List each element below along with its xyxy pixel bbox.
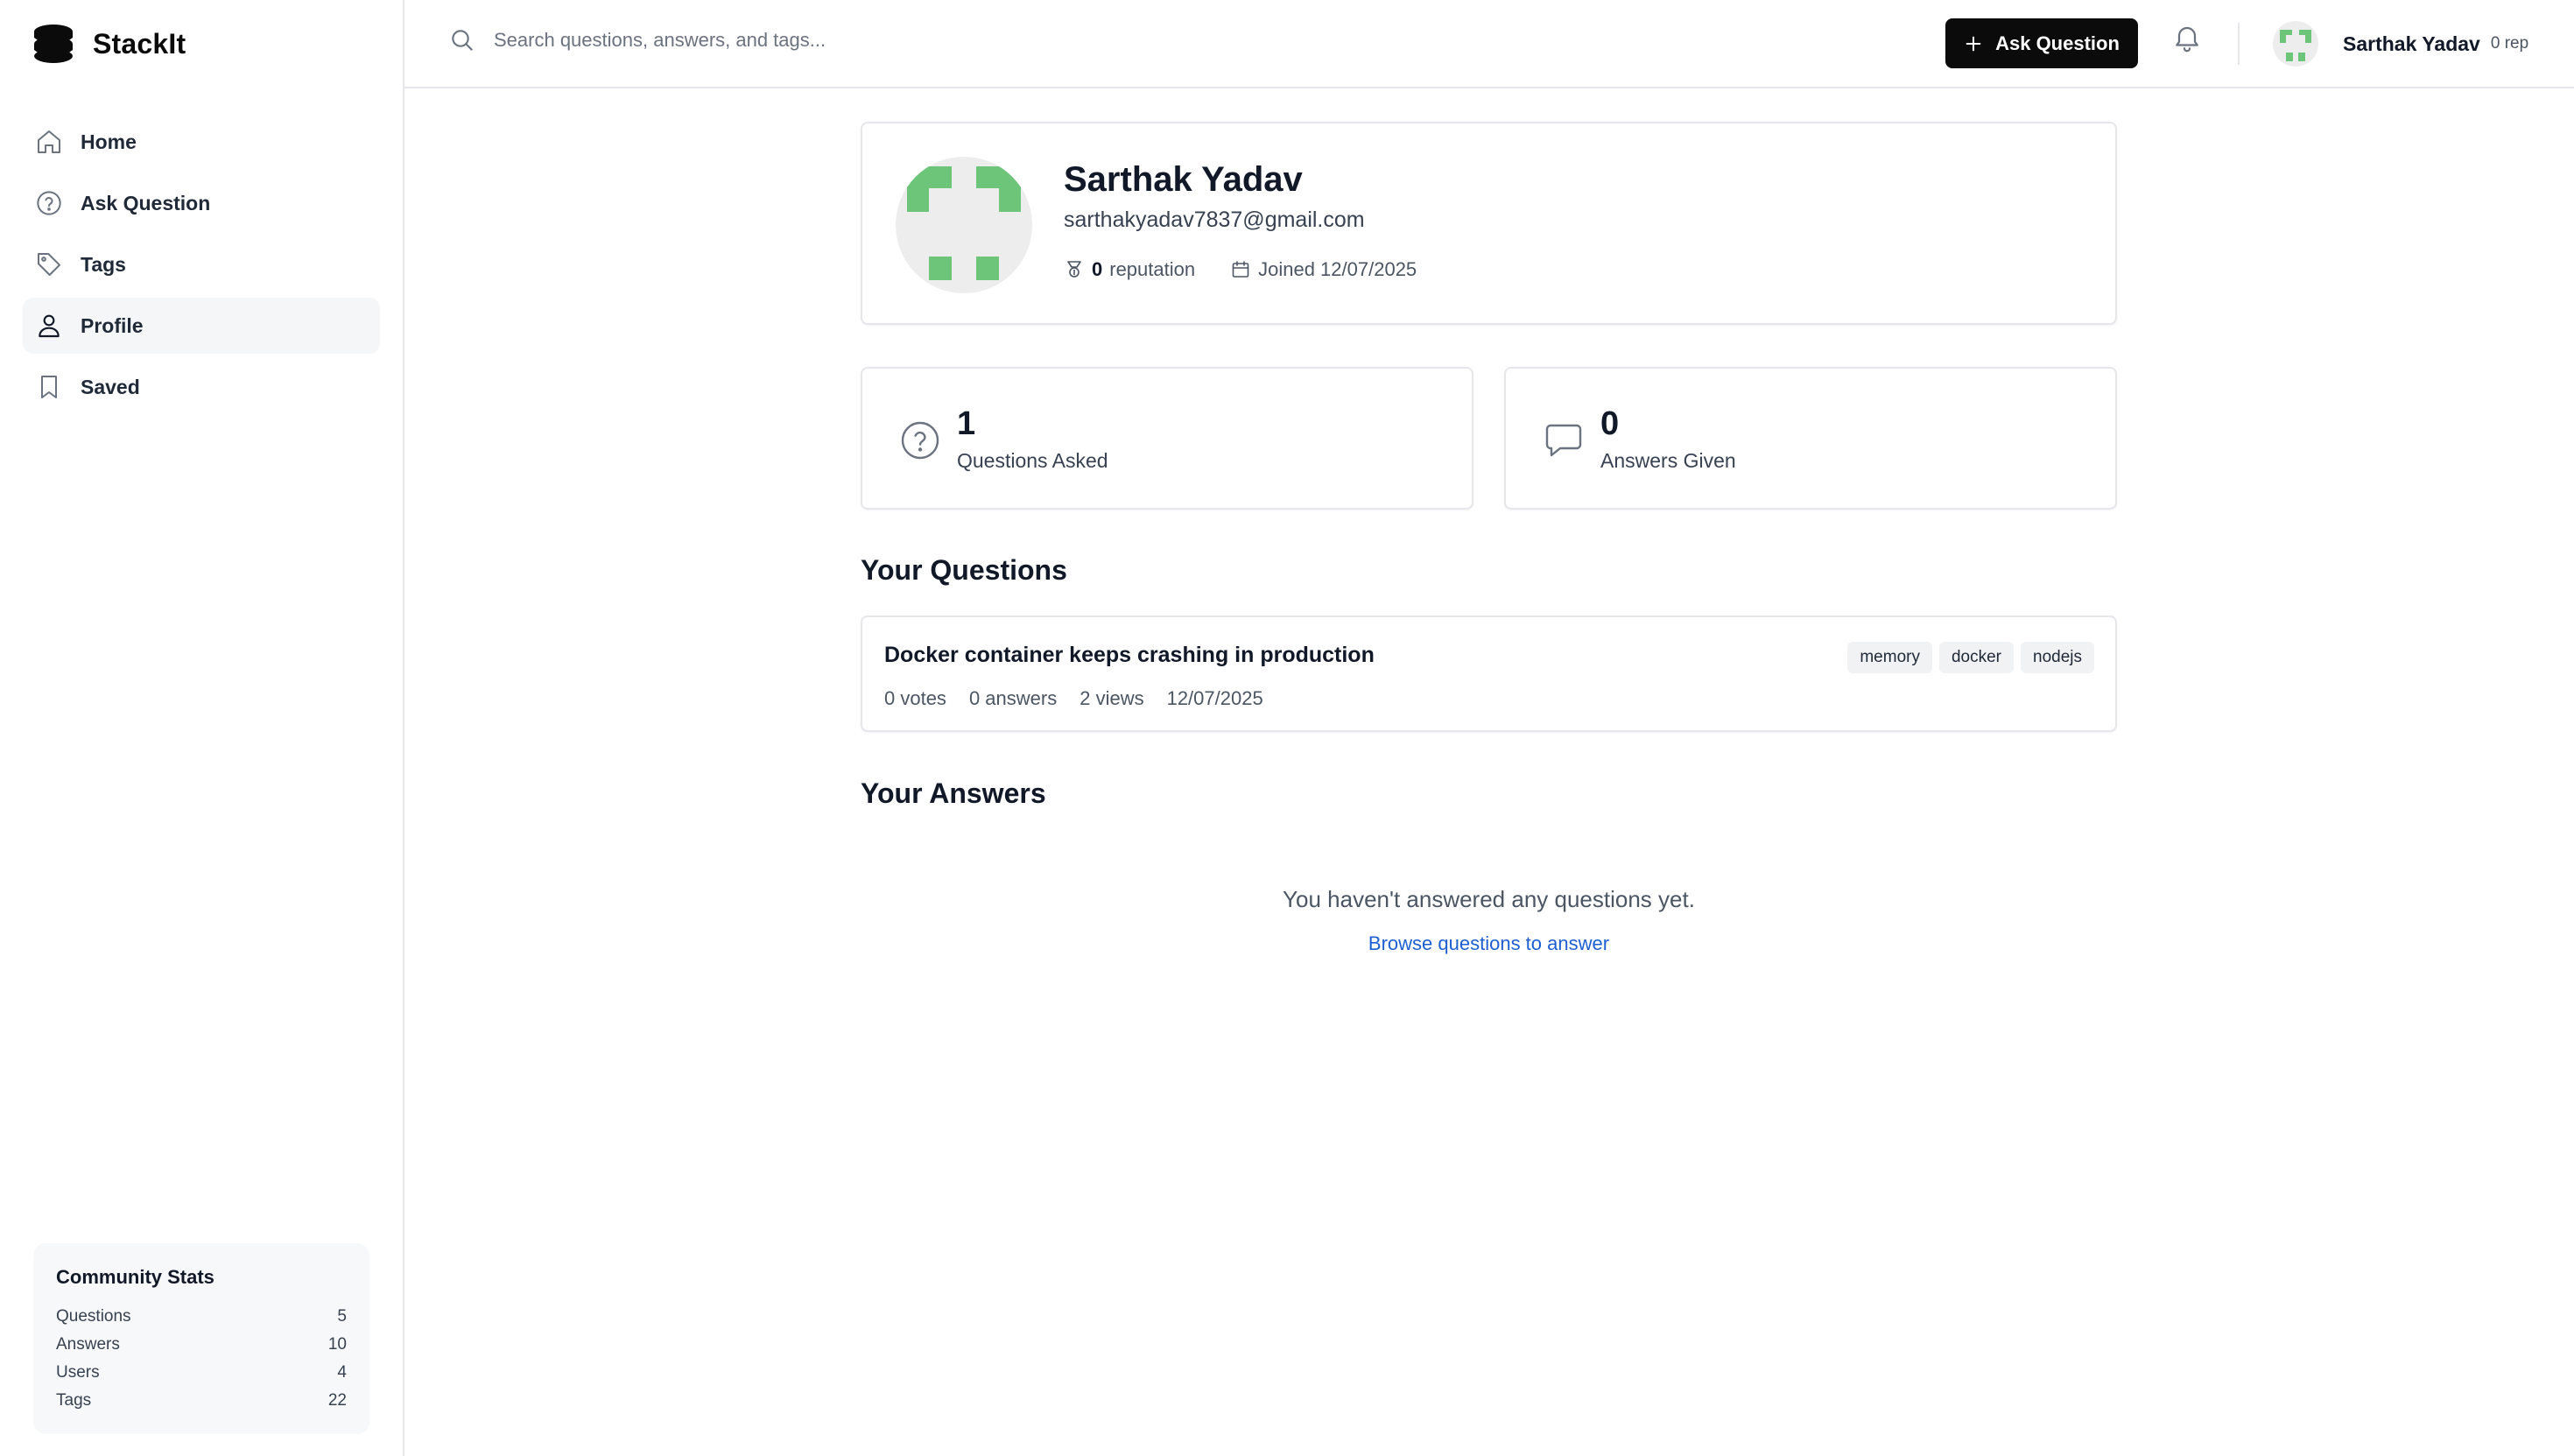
search-icon bbox=[452, 30, 473, 51]
question-views: 2 views bbox=[1080, 687, 1144, 709]
profile-avatar bbox=[896, 157, 1032, 293]
award-icon bbox=[1067, 261, 1081, 278]
reputation-label: reputation bbox=[1109, 258, 1196, 280]
profile-email: sarthakyadav7837@gmail.com bbox=[1064, 207, 1365, 232]
reputation-value: 0 bbox=[1092, 258, 1103, 280]
avatar bbox=[2273, 21, 2318, 67]
stat-label: Answers bbox=[56, 1335, 120, 1354]
search-input[interactable] bbox=[492, 28, 1283, 53]
user-icon bbox=[39, 314, 60, 338]
tag-docker[interactable]: docker bbox=[1938, 642, 2014, 673]
tag-memory[interactable]: memory bbox=[1847, 642, 1932, 673]
question-circle-icon bbox=[37, 191, 61, 215]
profile-name: Sarthak Yadav bbox=[1064, 160, 1303, 199]
profile-meta: 0 reputation Joined 12/07/2025 bbox=[1064, 258, 1417, 281]
stat-label: Users bbox=[56, 1363, 100, 1382]
your-answers-heading: Your Answers bbox=[861, 777, 1046, 809]
question-meta: 0 votes 0 answers 2 views 12/07/2025 bbox=[884, 687, 1286, 710]
browse-questions-link[interactable]: Browse questions to answer bbox=[1368, 932, 1609, 955]
questions-asked-card: 1 Questions Asked bbox=[861, 367, 1473, 510]
user-name: Sarthak Yadav bbox=[2343, 32, 2480, 55]
questions-asked-count: 1 bbox=[957, 405, 976, 442]
bookmark-icon bbox=[41, 376, 57, 398]
sidebar-item-label: Profile bbox=[81, 313, 144, 337]
plus-icon bbox=[1966, 36, 1981, 51]
calendar-icon bbox=[1232, 261, 1249, 278]
stackit-logo-icon bbox=[34, 25, 73, 63]
sidebar-item-label: Saved bbox=[81, 375, 140, 398]
stat-value: 10 bbox=[327, 1335, 347, 1354]
ask-question-label: Ask Question bbox=[1995, 32, 2120, 54]
home-icon bbox=[38, 130, 60, 153]
sidebar-nav: Home Ask Question Tags Profile Saved bbox=[23, 114, 380, 420]
sidebar-item-profile[interactable]: Profile bbox=[23, 298, 380, 354]
question-votes: 0 votes bbox=[884, 687, 946, 709]
question-circle-icon bbox=[901, 421, 939, 460]
question-title[interactable]: Docker container keeps crashing in produ… bbox=[884, 643, 1375, 668]
stat-label: Questions bbox=[56, 1307, 131, 1326]
stat-label: Tags bbox=[56, 1391, 92, 1410]
stat-row-tags: Tags 22 bbox=[56, 1387, 347, 1415]
question-answers: 0 answers bbox=[968, 687, 1058, 709]
question-tags: memory docker nodejs bbox=[1840, 642, 2094, 673]
sidebar-item-home[interactable]: Home bbox=[23, 114, 380, 170]
stat-row-answers: Answers 10 bbox=[56, 1331, 347, 1359]
joined-date: Joined 12/07/2025 bbox=[1258, 258, 1417, 280]
question-card[interactable]: Docker container keeps crashing in produ… bbox=[861, 615, 2117, 732]
sidebar-item-label: Home bbox=[81, 130, 137, 153]
stat-value: 22 bbox=[327, 1391, 347, 1410]
questions-asked-label: Questions Asked bbox=[957, 449, 1108, 472]
stat-row-questions: Questions 5 bbox=[56, 1303, 347, 1331]
community-stats-title: Community Stats bbox=[56, 1266, 214, 1288]
empty-state-text: You haven't answered any questions yet. bbox=[1283, 886, 1695, 912]
community-stats: Community Stats Questions 5 Answers 10 U… bbox=[33, 1243, 369, 1434]
answers-given-count: 0 bbox=[1600, 405, 1620, 442]
stat-value: 5 bbox=[337, 1307, 347, 1326]
answers-given-label: Answers Given bbox=[1600, 449, 1736, 472]
top-bar: Ask Question Sarthak Yadav 0 rep bbox=[404, 0, 2574, 88]
answers-given-card: 0 Answers Given bbox=[1504, 367, 2117, 510]
ask-question-button[interactable]: Ask Question bbox=[1945, 18, 2138, 68]
search-bar bbox=[448, 26, 1283, 54]
tag-nodejs[interactable]: nodejs bbox=[2021, 642, 2094, 673]
user-reputation: 0 rep bbox=[2490, 34, 2529, 53]
brand[interactable]: StackIt bbox=[33, 23, 186, 65]
your-questions-heading: Your Questions bbox=[861, 554, 1067, 586]
identicon-icon bbox=[907, 166, 1021, 280]
app-name: StackIt bbox=[93, 27, 186, 60]
sidebar-item-tags[interactable]: Tags bbox=[23, 236, 380, 292]
sidebar-item-ask-question[interactable]: Ask Question bbox=[23, 175, 380, 231]
stat-row-users: Users 4 bbox=[56, 1359, 347, 1387]
stat-value: 4 bbox=[337, 1363, 347, 1382]
sidebar-item-saved[interactable]: Saved bbox=[23, 359, 380, 415]
sidebar-item-label: Tags bbox=[81, 252, 126, 276]
header-divider bbox=[2238, 23, 2240, 65]
tag-icon bbox=[38, 253, 60, 276]
profile-card: Sarthak Yadav sarthakyadav7837@gmail.com… bbox=[861, 122, 2117, 325]
chat-bubble-icon bbox=[1545, 424, 1582, 457]
sidebar: StackIt Home Ask Question Tags Profile S… bbox=[0, 0, 404, 1456]
answers-empty-state: You haven't answered any questions yet. … bbox=[861, 886, 2117, 955]
user-menu[interactable]: Sarthak Yadav 0 rep bbox=[2273, 21, 2528, 67]
bell-icon[interactable] bbox=[2171, 23, 2203, 54]
sidebar-item-label: Ask Question bbox=[81, 191, 211, 215]
question-date: 12/07/2025 bbox=[1166, 687, 1263, 709]
